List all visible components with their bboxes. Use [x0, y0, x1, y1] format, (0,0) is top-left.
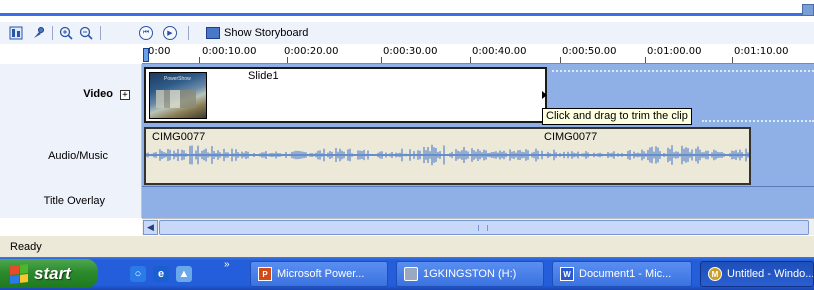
show-storyboard-label: Show Storyboard: [224, 27, 309, 39]
moviemaker-icon: M: [708, 267, 722, 281]
ruler-tick: [560, 57, 561, 63]
windows-flag-icon: [10, 263, 28, 284]
ruler-tick: [645, 57, 646, 63]
quick-launch-more-icon[interactable]: »: [224, 259, 230, 270]
show-desktop-icon[interactable]: ○: [130, 266, 146, 282]
title-overlay-track[interactable]: [142, 186, 814, 218]
timeline-toolbar: ⏮ ▶ Show Storyboard: [0, 22, 814, 44]
window-top-strip: [0, 0, 814, 22]
show-storyboard-button[interactable]: Show Storyboard: [206, 25, 308, 41]
playhead-indicator[interactable]: [143, 48, 149, 62]
storyboard-icon: [206, 27, 220, 39]
trim-handle-icon[interactable]: [542, 90, 547, 99]
audio-track-label: Audio/Music: [48, 150, 108, 162]
trim-tooltip: Click and drag to trim the clip: [542, 108, 692, 125]
title-overlay-track-label: Title Overlay: [43, 195, 105, 207]
taskbar-button-word[interactable]: W Document1 - Mic...: [552, 261, 692, 287]
ruler-tick-label: 0:00:40.00: [472, 46, 527, 57]
toolbar-separator: [100, 26, 101, 40]
drop-zone-dots: [552, 70, 814, 72]
drop-zone-dots: [702, 120, 814, 122]
video-track-label: Video: [83, 88, 113, 100]
audio-clip-name: CIMG0077: [152, 131, 206, 143]
taskbar-button-label: Document1 - Mic...: [579, 268, 672, 280]
time-ruler[interactable]: 0:00 0:00:10.00 0:00:20.00 0:00:30.00 0:…: [142, 44, 814, 64]
drive-icon: [404, 267, 418, 281]
divider-line: [0, 13, 808, 16]
taskbar-button-label: Microsoft Power...: [277, 268, 365, 280]
ruler-tick: [199, 57, 200, 63]
ruler-tick-label: 0:00:10.00: [202, 46, 257, 57]
taskbar-button-label: Untitled - Windo...: [727, 268, 814, 280]
scrollbar-thumb[interactable]: [159, 220, 809, 235]
zoom-out-icon[interactable]: [78, 25, 94, 41]
media-player-icon[interactable]: ▲: [176, 266, 192, 282]
expand-video-track-icon[interactable]: +: [120, 90, 130, 100]
set-audio-levels-icon[interactable]: [8, 25, 24, 41]
status-bar: Ready: [0, 235, 814, 257]
audio-clip[interactable]: CIMG0077 CIMG0077: [144, 127, 751, 185]
ruler-tick: [381, 57, 382, 63]
toolbar-separator: [188, 26, 189, 40]
word-icon: W: [560, 267, 574, 281]
toolbar-separator: [52, 26, 53, 40]
powerpoint-icon: P: [258, 267, 272, 281]
timeline-scrollbar[interactable]: ◀: [142, 218, 814, 235]
ruler-tick-label: 0:00:30.00: [383, 46, 438, 57]
scroll-left-icon[interactable]: ◀: [143, 220, 158, 235]
rewind-timeline-icon[interactable]: ⏮: [138, 25, 154, 41]
play-timeline-icon[interactable]: ▶: [162, 25, 178, 41]
video-clip-name: Slide1: [248, 70, 279, 82]
video-clip[interactable]: PowerShow Slide1: [144, 67, 547, 123]
start-button[interactable]: start: [0, 259, 98, 288]
scrollbar-grip: [478, 225, 488, 231]
narrate-timeline-icon[interactable]: [30, 25, 46, 41]
panel-corner-button[interactable]: [802, 4, 814, 16]
taskbar-button-drive[interactable]: 1GKINGSTON (H:): [396, 261, 544, 287]
ruler-tick: [287, 57, 288, 63]
ruler-tick-label: 0:00:20.00: [284, 46, 339, 57]
audio-clip-name: CIMG0077: [544, 131, 598, 143]
ruler-tick-label: 0:00:50.00: [562, 46, 617, 57]
timeline-tracks: PowerShow Slide1 Click and drag to trim …: [142, 64, 814, 218]
ruler-tick-label: 0:01:10.00: [734, 46, 789, 57]
video-track[interactable]: PowerShow Slide1 Click and drag to trim …: [142, 64, 814, 125]
start-label: start: [34, 263, 71, 283]
internet-explorer-icon[interactable]: e: [153, 266, 169, 282]
taskbar-button-label: 1GKINGSTON (H:): [423, 268, 517, 280]
ruler-tick: [470, 57, 471, 63]
taskbar-button-powerpoint[interactable]: P Microsoft Power...: [250, 261, 388, 287]
windows-taskbar: start ○ e ▲ » P Microsoft Power... 1GKIN…: [0, 257, 814, 290]
ruler-tick: [732, 57, 733, 63]
audio-waveform: [146, 144, 749, 166]
ruler-tick-label: 0:01:00.00: [647, 46, 702, 57]
quick-launch-bar: ○ e ▲: [130, 264, 192, 284]
clip-thumbnail: PowerShow: [149, 72, 207, 119]
audio-track[interactable]: CIMG0077 CIMG0077: [142, 125, 814, 186]
thumbnail-caption: PowerShow: [164, 76, 191, 82]
zoom-in-icon[interactable]: [58, 25, 74, 41]
thumbnail-image: [156, 90, 196, 108]
track-labels-panel: Video + Audio/Music Title Overlay: [0, 64, 142, 218]
taskbar-button-moviemaker[interactable]: M Untitled - Windo...: [700, 261, 814, 287]
ruler-tick-label: 0:00: [148, 46, 171, 57]
